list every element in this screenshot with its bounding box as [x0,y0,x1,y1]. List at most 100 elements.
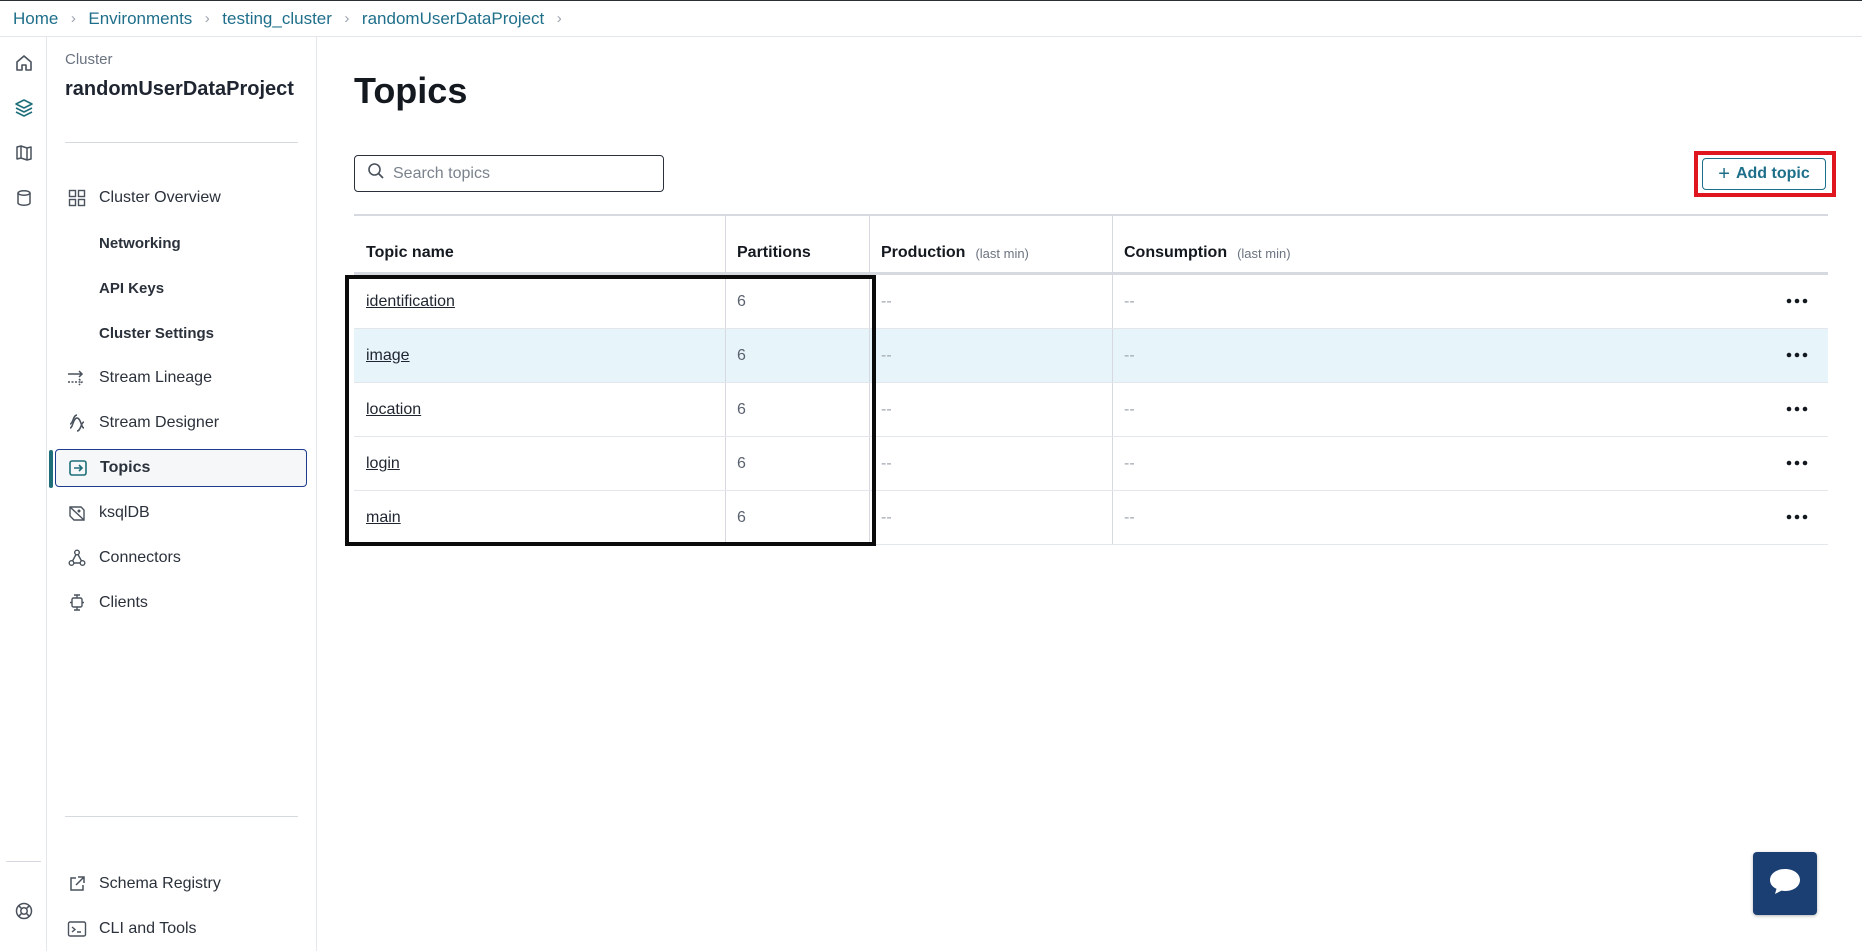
nav-item-schema-registry[interactable]: Schema Registry [55,865,307,903]
chevron-right-icon: › [204,10,210,27]
nav-divider [65,816,298,817]
nav-item-label: CLI and Tools [99,920,197,937]
grid-icon [65,186,89,210]
nav-item-label: Schema Registry [99,875,221,892]
more-options-icon[interactable] [1784,289,1810,313]
table-row[interactable]: login 6 -- -- [354,437,1828,491]
chat-button[interactable] [1753,852,1817,915]
clients-icon [65,591,89,615]
topic-name-link[interactable]: main [366,509,401,527]
nav-item-cli-tools[interactable]: CLI and Tools [55,910,307,948]
nav-item-stream-lineage[interactable]: Stream Lineage [55,359,307,397]
column-label: Production [881,244,966,261]
add-topic-label: Add topic [1735,165,1810,182]
partitions-value: 6 [737,508,746,526]
page-title: Topics [354,70,468,111]
active-indicator [49,450,53,488]
column-header-production[interactable]: Production (last min) [869,216,1029,274]
column-label: Topic name [366,244,454,261]
nav-item-api-keys[interactable]: API Keys [55,269,307,307]
cluster-name: randomUserDataProject [65,78,294,100]
breadcrumb-environment[interactable]: testing_cluster [222,9,332,29]
breadcrumb-home[interactable]: Home [13,9,58,29]
breadcrumb: Home › Environments › testing_cluster › … [0,0,1862,37]
more-options-icon[interactable] [1784,505,1810,529]
production-value: -- [881,508,892,526]
nav-item-connectors[interactable]: Connectors [55,539,307,577]
more-options-icon[interactable] [1784,343,1810,367]
search-icon [367,162,385,185]
search-input[interactable] [393,164,643,183]
column-note: (last min) [1237,246,1291,261]
column-header-partitions[interactable]: Partitions [725,216,811,274]
topics-icon [66,456,90,480]
nav-item-networking[interactable]: Networking [55,224,307,262]
nav-item-cluster-settings[interactable]: Cluster Settings [55,314,307,352]
table-row[interactable]: identification 6 -- -- [354,275,1828,329]
production-value: -- [881,292,892,310]
terminal-icon [65,917,89,941]
nav-item-label: Stream Lineage [99,369,212,386]
breadcrumb-environments[interactable]: Environments [88,9,192,29]
chevron-right-icon: › [70,10,76,27]
column-note: (last min) [975,246,1029,261]
nav-item-topics[interactable]: Topics [49,449,307,488]
nav-item-label: Topics [100,459,151,476]
icon-rail [0,37,47,951]
connectors-icon [65,546,89,570]
help-lifebuoy-icon[interactable] [8,895,40,927]
database-icon[interactable] [8,182,40,214]
breadcrumb-cluster[interactable]: randomUserDataProject [362,9,544,29]
nav-item-label: Stream Designer [99,414,220,431]
partitions-value: 6 [737,400,746,418]
table-row[interactable]: main 6 -- -- [354,491,1828,545]
nav-item-ksqldb[interactable]: ksqlDB [55,494,307,532]
search-box[interactable] [354,155,664,192]
topic-name-link[interactable]: identification [366,293,455,311]
consumption-value: -- [1124,400,1135,418]
plus-icon: + [1718,163,1730,185]
partitions-value: 6 [737,454,746,472]
more-options-icon[interactable] [1784,397,1810,421]
topic-name-link[interactable]: login [366,455,400,473]
consumption-value: -- [1124,346,1135,364]
ksqldb-icon [65,501,89,525]
designer-icon [65,411,89,435]
table-header: Topic name Partitions Production (last m… [354,214,1828,275]
column-label: Partitions [737,244,811,261]
nav-item-stream-designer[interactable]: Stream Designer [55,404,307,442]
nav-divider [65,142,298,143]
layers-icon[interactable] [8,92,40,124]
nav-item-cluster-overview[interactable]: Cluster Overview [55,179,307,217]
lineage-icon [65,366,89,390]
consumption-value: -- [1124,292,1135,310]
cluster-nav: Cluster randomUserDataProject Cluster Ov… [47,37,317,951]
chevron-right-icon: › [344,10,350,27]
table-row[interactable]: location 6 -- -- [354,383,1828,437]
topic-name-link[interactable]: image [366,347,410,365]
rail-divider [6,861,41,862]
production-value: -- [881,454,892,472]
home-icon[interactable] [8,47,40,79]
chevron-right-icon: › [556,10,562,27]
add-topic-button[interactable]: + Add topic [1702,158,1826,190]
production-value: -- [881,346,892,364]
map-icon[interactable] [8,137,40,169]
table-row[interactable]: image 6 -- -- [354,329,1828,383]
nav-item-label: Connectors [99,549,181,566]
add-topic-highlight: + Add topic [1694,151,1836,197]
more-options-icon[interactable] [1784,451,1810,475]
nav-item-clients[interactable]: Clients [55,584,307,622]
topic-name-link[interactable]: location [366,401,421,419]
column-header-topic-name[interactable]: Topic name [354,216,454,274]
nav-item-label: Cluster Settings [99,324,215,342]
nav-caption: Cluster [65,51,113,68]
consumption-value: -- [1124,454,1135,472]
partitions-value: 6 [737,292,746,310]
nav-item-label: Cluster Overview [99,189,221,206]
column-header-consumption[interactable]: Consumption (last min) [1112,216,1291,274]
partitions-value: 6 [737,346,746,364]
production-value: -- [881,400,892,418]
chat-bubble-icon [1767,865,1803,902]
nav-item-label: Networking [99,234,181,252]
